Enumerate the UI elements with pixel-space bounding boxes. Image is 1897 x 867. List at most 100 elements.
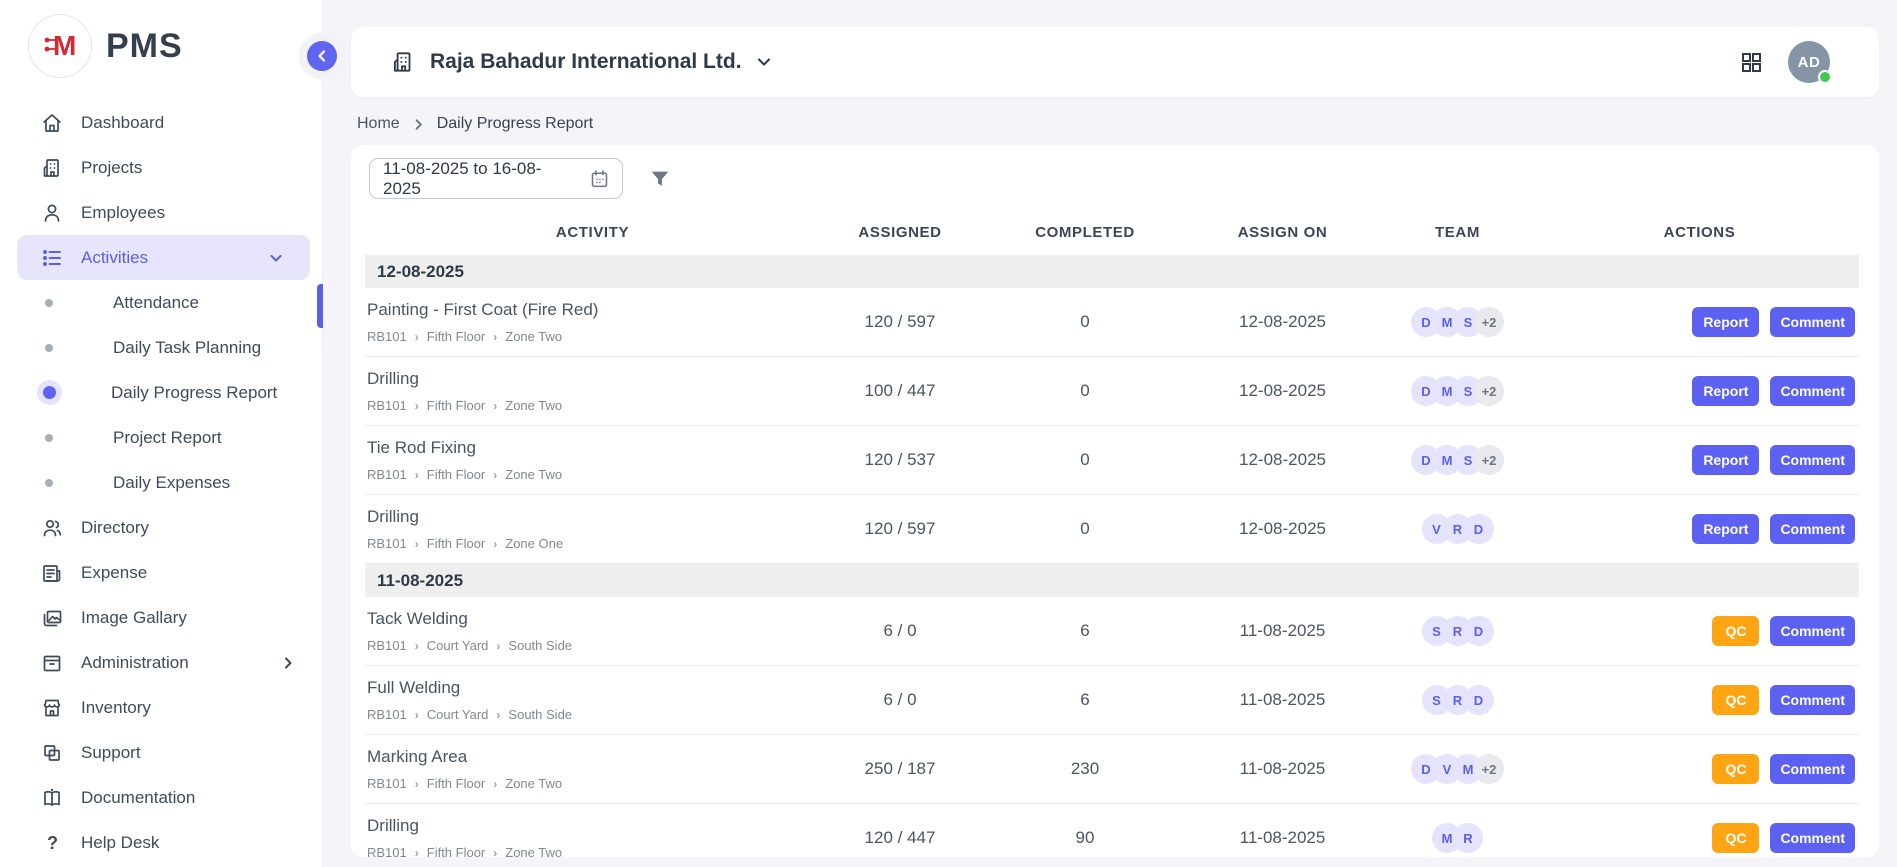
path-segment: Fifth Floor xyxy=(427,536,486,551)
actions-cell: QC Comment xyxy=(1540,823,1859,853)
apps-grid-icon[interactable] xyxy=(1739,50,1764,75)
brand-name: PMS xyxy=(106,27,183,66)
sidebar-sublabel: Project Report xyxy=(113,428,222,448)
table-row: Painting - First Coat (Fire Red)RB101›Fi… xyxy=(365,288,1859,357)
archive-box-icon xyxy=(40,651,64,675)
assign-on-date: 11-08-2025 xyxy=(1190,828,1375,848)
table-header-row: ACTIVITY ASSIGNED COMPLETED ASSIGN ON TE… xyxy=(365,209,1859,255)
path-segment: Fifth Floor xyxy=(427,467,486,482)
sidebar-subitem-daily-progress-report[interactable]: Daily Progress Report xyxy=(0,370,322,415)
actions-cell: QC Comment xyxy=(1540,685,1859,715)
team-overflow-chip[interactable]: +2 xyxy=(1474,754,1504,784)
table-row: Tack WeldingRB101›Court Yard›South Side6… xyxy=(365,597,1859,666)
team-overflow-chip[interactable]: +2 xyxy=(1474,307,1504,337)
comment-button[interactable]: Comment xyxy=(1770,616,1855,646)
sidebar-label: Dashboard xyxy=(81,113,164,133)
path-segment: Fifth Floor xyxy=(427,329,486,344)
table-row: DrillingRB101›Fifth Floor›Zone Two120 / … xyxy=(365,804,1859,857)
comment-button[interactable]: Comment xyxy=(1770,376,1855,406)
sidebar-subitem-daily-task-planning[interactable]: Daily Task Planning xyxy=(0,325,322,370)
sidebar-label: Administration xyxy=(81,653,259,673)
sidebar-subitem-attendance[interactable]: Attendance xyxy=(0,280,322,325)
path-segment: Zone Two xyxy=(505,845,562,857)
filter-funnel-icon[interactable] xyxy=(649,168,671,190)
breadcrumb: Home Daily Progress Report xyxy=(351,97,1879,133)
chevron-right-icon: › xyxy=(415,846,419,858)
comment-button[interactable]: Comment xyxy=(1770,754,1855,784)
qc-button[interactable]: QC xyxy=(1712,616,1759,646)
completed-value: 230 xyxy=(980,759,1190,779)
comment-button[interactable]: Comment xyxy=(1770,445,1855,475)
comment-button[interactable]: Comment xyxy=(1770,514,1855,544)
team-overflow-chip[interactable]: +2 xyxy=(1474,376,1504,406)
report-button[interactable]: Report xyxy=(1692,376,1759,406)
report-button[interactable]: Report xyxy=(1692,445,1759,475)
column-header-assign-on: ASSIGN ON xyxy=(1190,224,1375,241)
chevron-right-icon: › xyxy=(415,708,419,722)
path-segment: RB101 xyxy=(367,845,407,857)
activity-title: Drilling xyxy=(367,816,820,836)
activity-title: Tack Welding xyxy=(367,609,820,629)
sidebar-item-dashboard[interactable]: Dashboard xyxy=(0,100,322,145)
qc-button[interactable]: QC xyxy=(1712,685,1759,715)
sidebar-item-support[interactable]: Support xyxy=(0,730,322,775)
team-member-chip[interactable]: D xyxy=(1464,514,1494,544)
sidebar-label: Employees xyxy=(81,203,165,223)
activity-cell: Marking AreaRB101›Fifth Floor›Zone Two xyxy=(365,747,820,791)
path-segment: RB101 xyxy=(367,707,407,722)
sidebar-item-documentation[interactable]: Documentation xyxy=(0,775,322,820)
chevron-right-icon: › xyxy=(496,639,500,653)
assign-on-date: 12-08-2025 xyxy=(1190,519,1375,539)
sidebar-sublabel: Attendance xyxy=(113,293,199,313)
user-avatar[interactable]: AD xyxy=(1788,41,1830,83)
sidebar-nav: Dashboard Projects Employees xyxy=(0,100,322,865)
team-member-chip[interactable]: D xyxy=(1464,616,1494,646)
qc-button[interactable]: QC xyxy=(1712,823,1759,853)
report-button[interactable]: Report xyxy=(1692,514,1759,544)
team-overflow-chip[interactable]: +2 xyxy=(1474,445,1504,475)
svg-text:M: M xyxy=(53,30,76,61)
date-range-input[interactable]: 11-08-2025 to 16-08-2025 xyxy=(369,158,623,199)
comment-button[interactable]: Comment xyxy=(1770,685,1855,715)
company-name: Raja Bahadur International Ltd. xyxy=(430,50,742,74)
sidebar-label: Activities xyxy=(81,248,247,268)
bullet-icon xyxy=(45,479,53,487)
activity-path: RB101›Fifth Floor›Zone Two xyxy=(367,776,820,791)
group-date-row: 11-08-2025 xyxy=(365,564,1859,597)
team-cell: DVM+2 xyxy=(1375,754,1540,784)
sidebar-item-expense[interactable]: Expense xyxy=(0,550,322,595)
team-member-chip[interactable]: R xyxy=(1453,823,1483,853)
assign-on-date: 11-08-2025 xyxy=(1190,690,1375,710)
team-member-chip[interactable]: D xyxy=(1464,685,1494,715)
qc-button[interactable]: QC xyxy=(1712,754,1759,784)
sidebar-item-help-desk[interactable]: ? Help Desk xyxy=(0,820,322,865)
chevron-right-icon xyxy=(412,118,425,131)
sidebar-collapse-button[interactable] xyxy=(307,41,337,71)
sidebar-item-administration[interactable]: Administration xyxy=(0,640,322,685)
sidebar-item-employees[interactable]: Employees xyxy=(0,190,322,235)
activity-path: RB101›Fifth Floor›Zone Two xyxy=(367,329,820,344)
sidebar-item-image-gallary[interactable]: Image Gallary xyxy=(0,595,322,640)
table-body: 12-08-2025 Painting - First Coat (Fire Re… xyxy=(365,255,1859,857)
newspaper-icon xyxy=(40,561,64,585)
top-header-bar: Raja Bahadur International Ltd. AD xyxy=(351,27,1879,97)
sidebar-item-directory[interactable]: Directory xyxy=(0,505,322,550)
sidebar-item-projects[interactable]: Projects xyxy=(0,145,322,190)
sidebar-subitem-daily-expenses[interactable]: Daily Expenses xyxy=(0,460,322,505)
chevron-right-icon xyxy=(276,656,300,670)
breadcrumb-home-link[interactable]: Home xyxy=(357,115,400,133)
assigned-value: 6 / 0 xyxy=(820,621,980,641)
sidebar-subitem-project-report[interactable]: Project Report xyxy=(0,415,322,460)
breadcrumb-current: Daily Progress Report xyxy=(437,115,594,133)
team-cell: DMS+2 xyxy=(1375,445,1540,475)
comment-button[interactable]: Comment xyxy=(1770,307,1855,337)
overlapping-squares-icon xyxy=(40,741,64,765)
sidebar-label: Documentation xyxy=(81,788,195,808)
path-segment: RB101 xyxy=(367,398,407,413)
path-segment: Fifth Floor xyxy=(427,776,486,791)
company-selector[interactable]: Raja Bahadur International Ltd. xyxy=(390,49,772,75)
sidebar-item-inventory[interactable]: Inventory xyxy=(0,685,322,730)
report-button[interactable]: Report xyxy=(1692,307,1759,337)
sidebar-item-activities[interactable]: Activities xyxy=(17,235,310,280)
comment-button[interactable]: Comment xyxy=(1770,823,1855,853)
